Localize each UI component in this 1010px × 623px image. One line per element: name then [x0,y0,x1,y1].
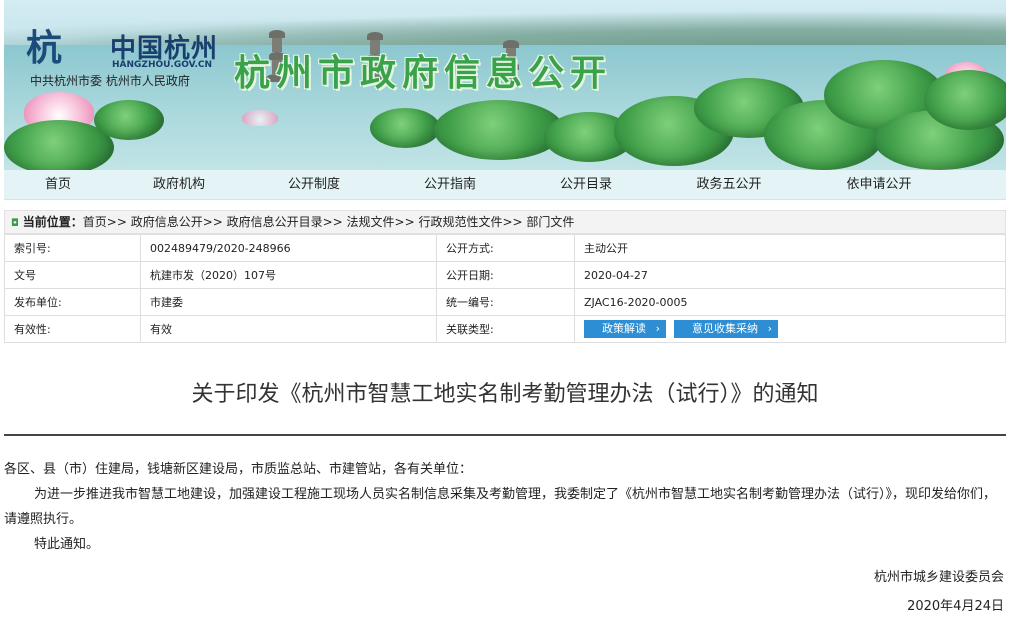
index-no-label: 索引号: [4,234,141,262]
table-row: 发布单位: 市建委 统一编号: ZJAC16-2020-0005 [4,288,1006,316]
nav-item-disclosure-guide[interactable]: 公开指南 [382,170,518,199]
nav-item-home[interactable]: 首页 [4,170,112,199]
issuer-value: 市建委 [140,288,437,316]
table-row: 有效性: 有效 关联类型: 政策解读 › 意见收集采纳 › [4,315,1006,343]
related-type-buttons: 政策解读 › 意见收集采纳 › [574,315,1006,343]
doc-no-value: 杭建市发（2020）107号 [140,261,437,289]
issuer-label: 发布单位: [4,288,141,316]
signer: 杭州市城乡建设委员会 [873,570,1004,585]
feedback-adoption-label: 意见收集采纳 [692,322,758,335]
unified-no-value: ZJAC16-2020-0005 [574,288,1006,316]
salutation: 各区、县（市）住建局，钱塘新区建设局，市质监总站、市建管站，各有关单位： [4,462,473,477]
chevron-right-icon: › [655,322,660,335]
nav-item-five-disclosures[interactable]: 政务五公开 [654,170,804,199]
validity-label: 有效性: [4,315,141,343]
nav-item-gov-agencies[interactable]: 政府机构 [112,170,246,199]
site-title: 杭州市政府信息公开 [234,52,613,94]
sign-date: 2020年4月24日 [907,599,1004,614]
document-title: 关于印发《杭州市智慧工地实名制考勤管理办法（试行）》的通知 [191,382,819,407]
breadcrumb: ◘ 当前位置：首页>> 政府信息公开>> 政府信息公开目录>> 法规文件>> 行… [4,210,1006,234]
logo-domain: HANGZHOU.GOV.CN [112,60,213,70]
mode-value: 主动公开 [574,234,1006,262]
logo-subtitle: 中共杭州市委 杭州市人民政府 [30,74,190,88]
breadcrumb-path[interactable]: 首页>> 政府信息公开>> 政府信息公开目录>> 法规文件>> 行政规范性文件>… [83,215,575,229]
nav-item-disclosure-catalog[interactable]: 公开目录 [518,170,654,199]
related-type-label: 关联类型: [436,315,575,343]
date-label: 公开日期: [436,261,575,289]
doc-no-label: 文号 [4,261,141,289]
body-paragraph: 为进一步推进我市智慧工地建设，加强建设工程施工现场人员实名制信息采集及考勤管理，… [4,487,997,527]
document-info-table: 索引号: 002489479/2020-248966 公开方式: 主动公开 文号… [4,234,1006,343]
header-banner: 杭 中国杭州 HANGZHOU.GOV.CN 中共杭州市委 杭州市人民政府 杭州… [4,0,1006,170]
unified-no-label: 统一编号: [436,288,575,316]
chevron-right-icon: › [767,322,772,335]
main-nav: 首页 政府机构 公开制度 公开指南 公开目录 政务五公开 依申请公开 [4,170,1006,200]
lotus-leaf-image [94,100,164,140]
lotus-petal-image [242,110,278,126]
table-row: 文号 杭建市发（2020）107号 公开日期: 2020-04-27 [4,261,1006,289]
nav-item-apply-disclosure[interactable]: 依申请公开 [804,170,954,199]
date-value: 2020-04-27 [574,261,1006,289]
lotus-leaf-image [924,70,1006,130]
validity-value: 有效 [140,315,437,343]
document-body: 各区、县（市）住建局，钱塘新区建设局，市质监总站、市建管站，各有关单位： 为进一… [4,457,1000,557]
index-no-value: 002489479/2020-248966 [140,234,437,262]
feedback-adoption-button[interactable]: 意见收集采纳 › [674,320,778,338]
location-marker-icon: ◘ [11,218,19,229]
hangzhou-emblem-icon: 杭 [26,27,62,69]
breadcrumb-label: 当前位置： [22,215,83,229]
table-row: 索引号: 002489479/2020-248966 公开方式: 主动公开 [4,234,1006,262]
mode-label: 公开方式: [436,234,575,262]
policy-interpretation-button[interactable]: 政策解读 › [584,320,666,338]
closing-paragraph: 特此通知。 [34,537,100,552]
title-divider [4,434,1006,436]
lotus-leaf-image [370,108,440,148]
policy-interpretation-label: 政策解读 [602,322,646,335]
nav-item-disclosure-system[interactable]: 公开制度 [246,170,382,199]
